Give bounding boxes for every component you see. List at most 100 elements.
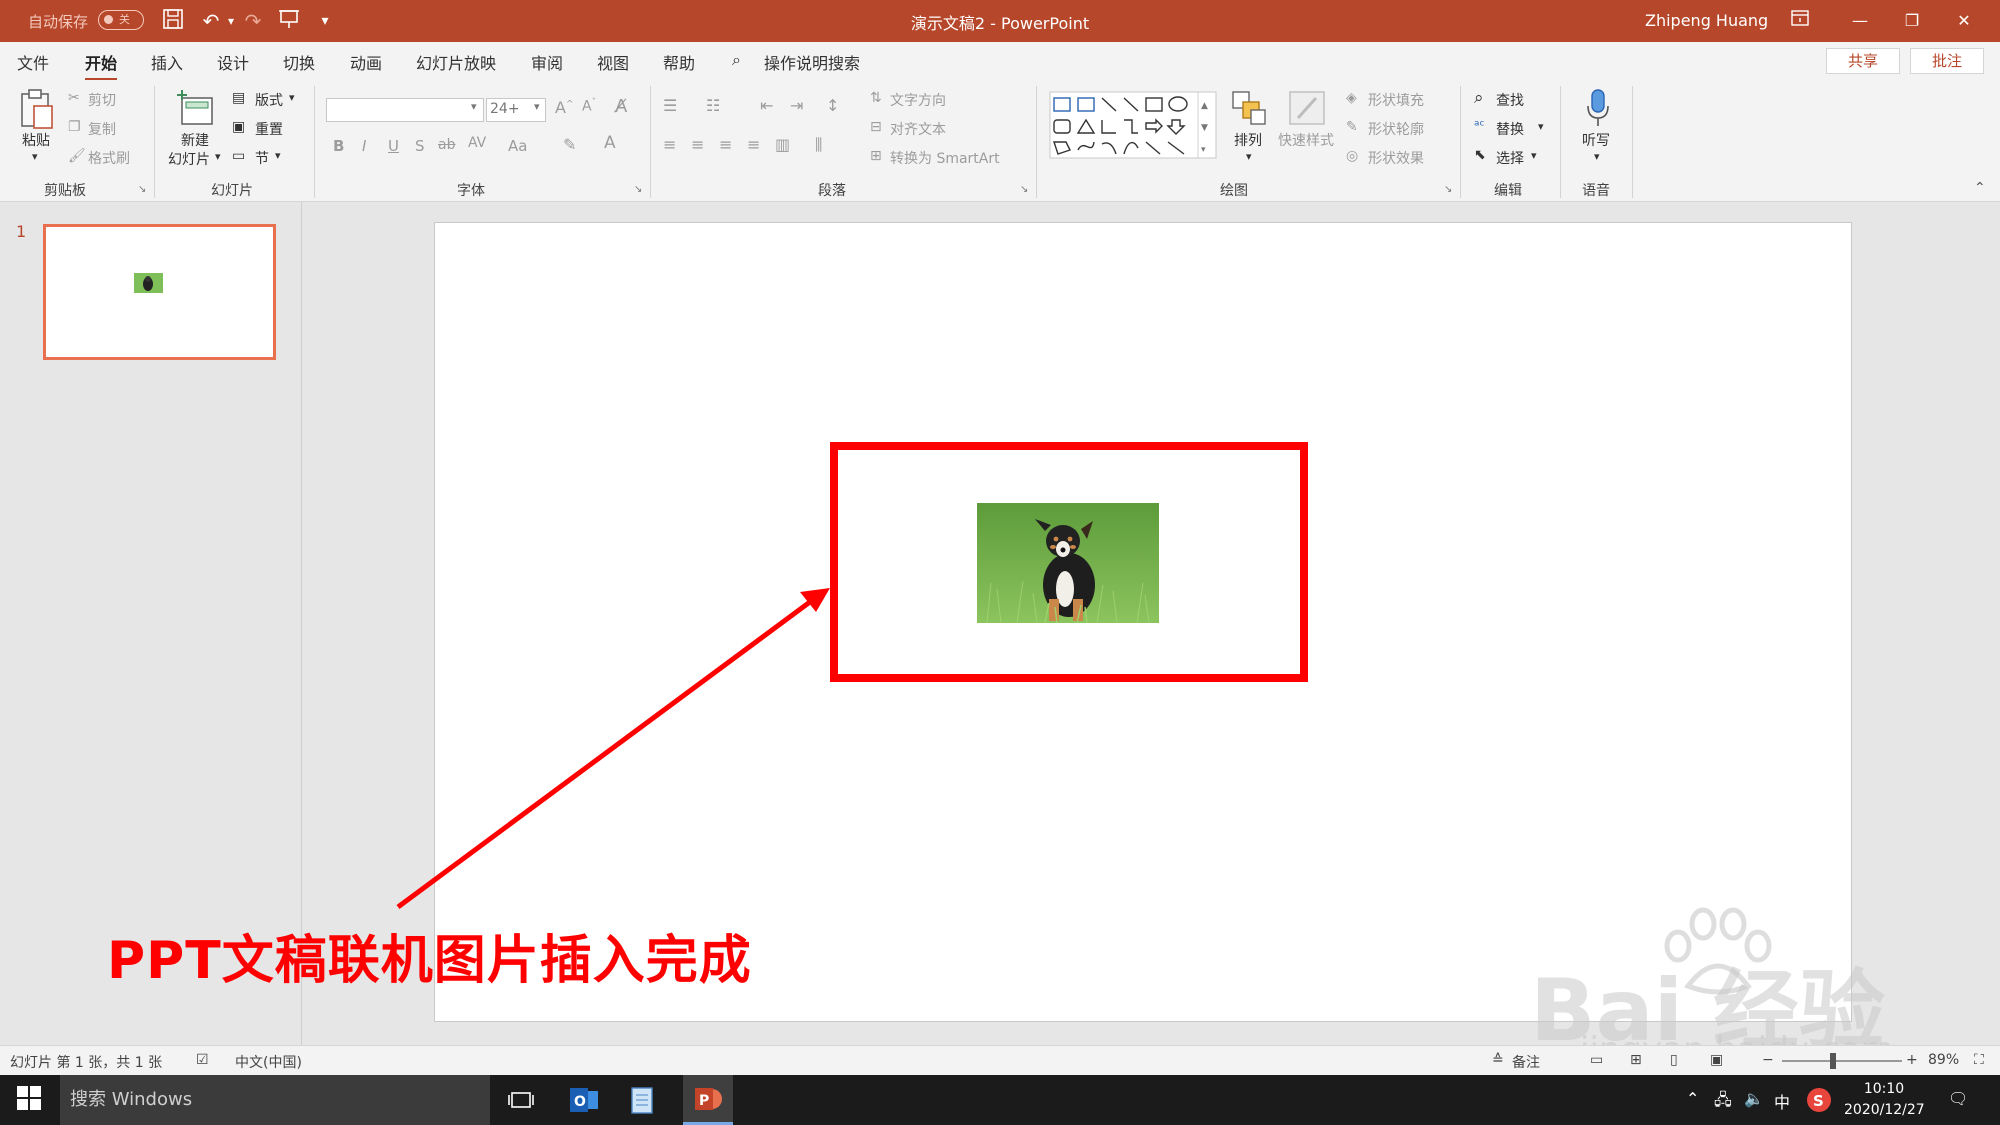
justify-icon[interactable]: ≡ bbox=[747, 135, 760, 154]
shape-fill-icon[interactable]: ◈ bbox=[1346, 90, 1357, 106]
format-painter-icon[interactable]: 🖌 bbox=[68, 148, 86, 164]
line-spacing-icon[interactable]: ↕ bbox=[826, 96, 839, 115]
taskbar-clock[interactable]: 10:10 2020/12/27 bbox=[1844, 1079, 1925, 1121]
convert-smartart-button[interactable]: 转换为 SmartArt bbox=[890, 148, 1000, 168]
text-direction-button[interactable]: 文字方向 bbox=[890, 90, 946, 110]
dictate-dropdown-icon[interactable]: ▾ bbox=[1594, 150, 1600, 163]
find-button[interactable]: 查找 bbox=[1496, 90, 1524, 110]
copy-button[interactable]: 复制 bbox=[88, 119, 116, 139]
tab-slideshow[interactable]: 幻灯片放映 bbox=[416, 50, 496, 74]
shape-outline-icon[interactable]: ✎ bbox=[1346, 119, 1358, 135]
notepad-icon[interactable] bbox=[628, 1085, 658, 1115]
arrange-button[interactable]: 排列 bbox=[1234, 130, 1262, 150]
restore-icon[interactable]: ❐ bbox=[1892, 6, 1932, 36]
numbering-icon[interactable]: ☷ bbox=[706, 96, 720, 115]
tab-review[interactable]: 审阅 bbox=[531, 50, 563, 74]
character-spacing-button[interactable]: AV bbox=[468, 135, 486, 151]
replace-dropdown-icon[interactable]: ▾ bbox=[1538, 120, 1544, 133]
ime-indicator[interactable]: 中 bbox=[1774, 1089, 1790, 1113]
volume-icon[interactable]: 🔈 bbox=[1744, 1089, 1764, 1108]
clipboard-launcher-icon[interactable]: ↘ bbox=[138, 184, 146, 195]
minimize-icon[interactable]: — bbox=[1840, 6, 1880, 36]
tell-me-search[interactable]: 操作说明搜索 bbox=[764, 50, 860, 74]
new-slide-icon[interactable] bbox=[176, 88, 216, 132]
font-name-input[interactable] bbox=[326, 98, 484, 122]
slide-thumbnail[interactable] bbox=[43, 224, 276, 360]
italic-button[interactable]: I bbox=[362, 137, 366, 155]
normal-view-icon[interactable]: ▭ bbox=[1590, 1052, 1603, 1068]
section-dropdown-icon[interactable]: ▾ bbox=[275, 149, 281, 162]
comments-button[interactable]: 批注 bbox=[1910, 48, 1984, 74]
paste-icon[interactable] bbox=[18, 88, 56, 136]
tab-view[interactable]: 视图 bbox=[597, 50, 629, 74]
replace-icon[interactable]: ᵃᶜ bbox=[1474, 118, 1485, 134]
decrease-font-icon[interactable]: Aˇ bbox=[582, 98, 596, 115]
quick-styles-icon[interactable] bbox=[1288, 90, 1326, 130]
paste-button[interactable]: 粘贴 bbox=[22, 130, 50, 150]
microphone-icon[interactable] bbox=[1584, 88, 1612, 132]
action-center-icon[interactable]: 🗨 bbox=[1948, 1089, 1968, 1108]
distributed-icon[interactable]: ▥ bbox=[775, 135, 790, 154]
fit-to-window-icon[interactable]: ⛶ bbox=[1974, 1052, 1984, 1068]
text-direction-icon[interactable]: ⇅ bbox=[870, 90, 882, 106]
bold-button[interactable]: B bbox=[333, 137, 344, 155]
clear-formatting-icon[interactable]: A̸ bbox=[615, 96, 627, 117]
show-hidden-icons-icon[interactable]: ⌃ bbox=[1686, 1089, 1699, 1108]
reading-view-icon[interactable]: ▯ bbox=[1670, 1052, 1678, 1068]
align-text-button[interactable]: 对齐文本 bbox=[890, 119, 946, 139]
arrange-icon[interactable] bbox=[1231, 90, 1267, 130]
shape-effects-button[interactable]: 形状效果 bbox=[1368, 148, 1424, 168]
bullets-icon[interactable]: ☰ bbox=[663, 96, 677, 115]
font-name-dropdown-icon[interactable]: ▾ bbox=[471, 100, 477, 113]
reset-button[interactable]: 重置 bbox=[255, 119, 283, 139]
tab-design[interactable]: 设计 bbox=[217, 50, 249, 74]
tab-file[interactable]: 文件 bbox=[17, 50, 49, 74]
tab-home[interactable]: 开始 bbox=[85, 50, 118, 81]
font-size-dropdown-icon[interactable]: ▾ bbox=[534, 100, 540, 113]
align-right-icon[interactable]: ≡ bbox=[719, 135, 732, 154]
select-button[interactable]: 选择 bbox=[1496, 148, 1524, 168]
change-case-button[interactable]: Aa bbox=[508, 137, 527, 155]
layout-button[interactable]: 版式 bbox=[255, 90, 283, 110]
arrange-dropdown-icon[interactable]: ▾ bbox=[1246, 150, 1252, 163]
select-icon[interactable]: ⬉ bbox=[1474, 147, 1486, 163]
language-status[interactable]: 中文(中国) bbox=[235, 1052, 302, 1072]
paste-dropdown-icon[interactable]: ▾ bbox=[32, 150, 38, 163]
network-icon[interactable]: 🖧 bbox=[1714, 1089, 1732, 1116]
sogou-ime-icon[interactable]: S bbox=[1806, 1087, 1836, 1117]
align-center-icon[interactable]: ≡ bbox=[691, 135, 704, 154]
zoom-in-icon[interactable]: + bbox=[1906, 1052, 1918, 1068]
tab-insert[interactable]: 插入 bbox=[151, 50, 183, 74]
font-color-icon[interactable]: A bbox=[604, 133, 616, 153]
spell-check-icon[interactable]: ☑ bbox=[196, 1052, 209, 1068]
notes-icon[interactable]: ≙ bbox=[1492, 1052, 1504, 1068]
taskbar-search[interactable]: 搜索 Windows bbox=[60, 1075, 490, 1125]
layout-dropdown-icon[interactable]: ▾ bbox=[289, 91, 295, 104]
collapse-ribbon-icon[interactable]: ⌃ bbox=[1974, 180, 1986, 196]
align-text-icon[interactable]: ⊟ bbox=[870, 119, 882, 135]
new-slide-button-line2[interactable]: 幻灯片 bbox=[168, 149, 210, 169]
user-name[interactable]: Zhipeng Huang bbox=[1645, 11, 1768, 30]
format-painter-button[interactable]: 格式刷 bbox=[88, 148, 130, 168]
close-icon[interactable]: ✕ bbox=[1944, 6, 1984, 36]
align-left-icon[interactable]: ≡ bbox=[663, 135, 676, 154]
underline-button[interactable]: U bbox=[388, 137, 399, 155]
cut-icon[interactable]: ✂ bbox=[68, 90, 80, 106]
highlight-color-icon[interactable]: ✎ bbox=[563, 135, 576, 154]
tab-help[interactable]: 帮助 bbox=[663, 50, 695, 74]
zoom-slider-handle[interactable] bbox=[1830, 1053, 1836, 1069]
tab-animations[interactable]: 动画 bbox=[350, 50, 382, 74]
drawing-launcher-icon[interactable]: ↘ bbox=[1444, 184, 1452, 195]
increase-indent-icon[interactable]: ⇥ bbox=[790, 96, 803, 115]
shadow-button[interactable]: S bbox=[415, 137, 425, 155]
outlook-icon[interactable]: O bbox=[568, 1085, 598, 1115]
select-dropdown-icon[interactable]: ▾ bbox=[1531, 149, 1537, 162]
ribbon-display-options-icon[interactable] bbox=[1780, 6, 1820, 36]
strikethrough-button[interactable]: ab bbox=[438, 137, 455, 153]
cut-button[interactable]: 剪切 bbox=[88, 90, 116, 110]
windows-start-icon[interactable] bbox=[16, 1085, 46, 1115]
new-slide-dropdown-icon[interactable]: ▾ bbox=[215, 150, 221, 163]
paragraph-launcher-icon[interactable]: ↘ bbox=[1020, 184, 1028, 195]
increase-font-icon[interactable]: A^ bbox=[555, 98, 574, 117]
section-icon[interactable]: ▭ bbox=[232, 148, 245, 164]
